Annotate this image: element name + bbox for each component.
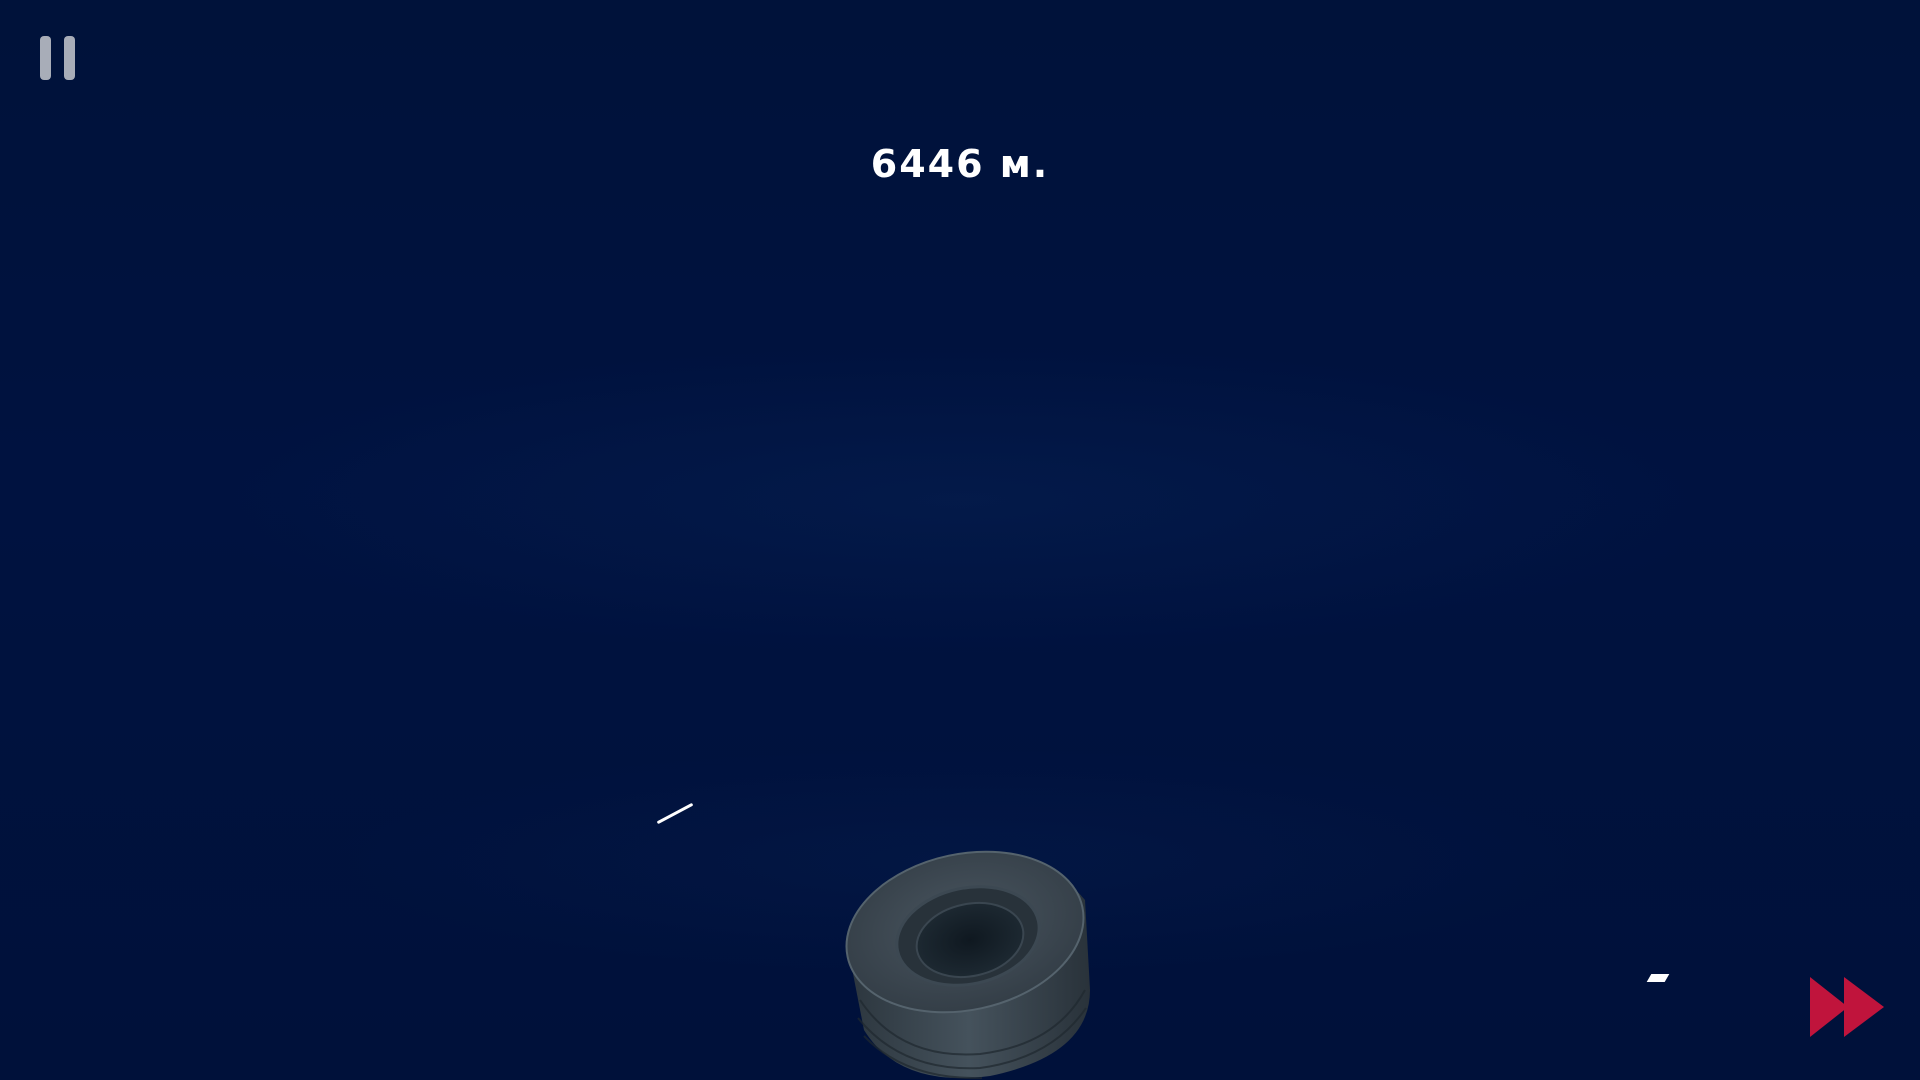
- debris-particle: [1646, 974, 1670, 982]
- fast-forward-icon: [1810, 977, 1884, 1037]
- tire-player: [845, 850, 1090, 1080]
- debris-particle: [656, 802, 694, 825]
- distance-counter: 6446 м.: [870, 142, 1050, 186]
- fast-forward-button[interactable]: [1808, 975, 1888, 1039]
- pause-button[interactable]: [38, 34, 78, 82]
- game-scene[interactable]: 6446 м.: [0, 0, 1920, 1080]
